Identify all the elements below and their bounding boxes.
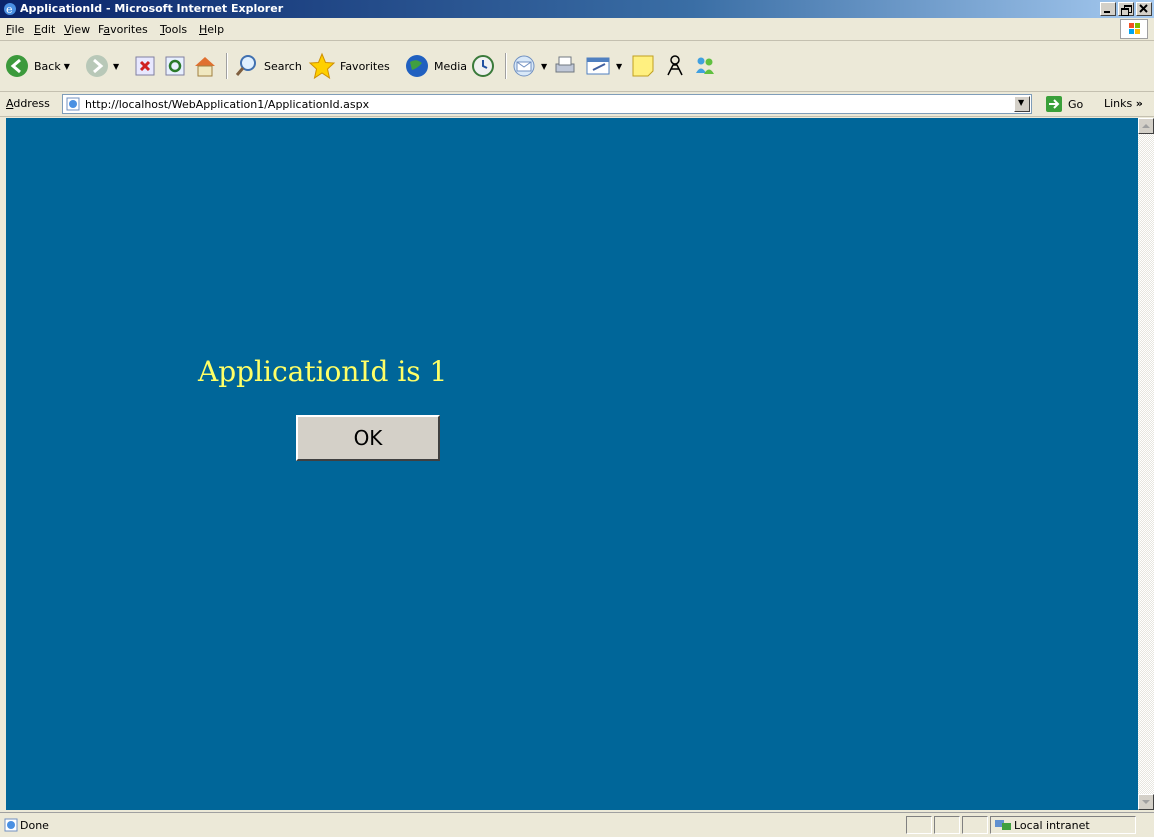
stop-button[interactable] xyxy=(134,52,156,80)
local-intranet-icon xyxy=(995,820,1011,830)
forward-arrow-icon xyxy=(86,55,108,77)
refresh-icon xyxy=(165,56,185,76)
ie-icon: e xyxy=(4,3,16,16)
address-label: Address xyxy=(6,97,50,110)
home-button[interactable] xyxy=(192,52,218,80)
menu-help[interactable]: Help xyxy=(199,23,224,36)
status-panel xyxy=(934,816,960,834)
window-title: ApplicationId - Microsoft Internet Explo… xyxy=(20,2,284,15)
print-icon xyxy=(555,56,575,73)
print-button[interactable] xyxy=(552,52,578,80)
go-arrow-icon xyxy=(1046,96,1062,112)
messenger-icon xyxy=(696,57,714,74)
forward-dropdown-icon[interactable]: ▼ xyxy=(113,62,119,71)
application-id-message: ApplicationId is 1 xyxy=(198,355,448,388)
note-icon xyxy=(632,55,654,77)
toolbar-separator xyxy=(226,53,228,79)
close-button[interactable] xyxy=(1136,2,1152,16)
svg-text:e: e xyxy=(6,3,13,16)
vertical-scrollbar[interactable] xyxy=(1138,118,1154,810)
history-icon xyxy=(472,55,494,77)
search-icon xyxy=(235,55,256,76)
address-input[interactable]: http://localhost/WebApplication1/Applica… xyxy=(62,94,1032,114)
menu-bar: File Edit View Favorites Tools Help xyxy=(0,18,1154,41)
favorites-star-icon xyxy=(308,52,336,80)
chevron-down-icon: ▼ xyxy=(1018,98,1025,107)
mail-icon xyxy=(513,55,535,77)
page-icon xyxy=(66,97,80,111)
stop-icon xyxy=(135,56,155,76)
back-dropdown-icon[interactable]: ▼ xyxy=(64,62,70,71)
arrow-down-icon xyxy=(1142,800,1150,804)
standard-toolbar: Back ▼ ▼ Search Favorites Media ▼ ▼ xyxy=(0,41,1154,92)
go-button[interactable]: Go xyxy=(1045,95,1083,113)
title-bar: e ApplicationId - Microsoft Internet Exp… xyxy=(0,0,1154,18)
status-panel xyxy=(962,816,988,834)
edit-icon xyxy=(586,57,610,75)
history-button[interactable] xyxy=(470,52,496,80)
restore-button[interactable] xyxy=(1118,2,1134,16)
back-button[interactable]: Back ▼ xyxy=(4,52,70,80)
discuss-button[interactable] xyxy=(630,52,656,80)
status-panel xyxy=(906,816,932,834)
toolbar-separator xyxy=(505,53,507,79)
ok-button[interactable]: OK xyxy=(296,415,440,461)
zone-label: Local intranet xyxy=(1014,819,1090,832)
mail-button[interactable]: ▼ xyxy=(512,52,547,80)
media-icon xyxy=(406,55,428,77)
windows-logo-icon xyxy=(1120,19,1148,39)
forward-button[interactable]: ▼ xyxy=(84,52,119,80)
refresh-button[interactable] xyxy=(164,52,186,80)
chevron-right-icon: » xyxy=(1135,97,1143,110)
status-bar: Done Local intranet xyxy=(0,812,1154,837)
arrow-up-icon xyxy=(1142,124,1150,128)
scroll-up-button[interactable] xyxy=(1138,118,1154,134)
mail-dropdown-icon[interactable]: ▼ xyxy=(541,62,547,71)
menu-tools[interactable]: Tools xyxy=(160,23,187,36)
address-url: http://localhost/WebApplication1/Applica… xyxy=(85,98,370,111)
status-text: Done xyxy=(20,819,49,832)
messenger-button[interactable] xyxy=(692,52,718,80)
links-button[interactable]: Links » xyxy=(1104,97,1143,110)
menu-favorites[interactable]: Favorites xyxy=(98,23,148,36)
back-arrow-icon xyxy=(6,55,28,77)
edit-dropdown-icon[interactable]: ▼ xyxy=(616,62,622,71)
search-button[interactable]: Search xyxy=(234,52,302,80)
person-icon xyxy=(667,55,683,76)
menu-file[interactable]: File xyxy=(6,23,24,36)
research-button[interactable] xyxy=(662,52,688,80)
address-dropdown-button[interactable]: ▼ xyxy=(1014,96,1030,112)
page-content: ApplicationId is 1 OK xyxy=(6,118,1138,810)
close-icon xyxy=(1139,4,1148,13)
home-icon xyxy=(195,57,215,77)
address-bar: Address http://localhost/WebApplication1… xyxy=(0,92,1154,117)
minimize-button[interactable] xyxy=(1100,2,1116,16)
page-done-icon xyxy=(4,818,18,832)
edit-button[interactable]: ▼ xyxy=(585,52,622,80)
menu-view[interactable]: View xyxy=(64,23,90,36)
menu-edit[interactable]: Edit xyxy=(34,23,55,36)
favorites-button[interactable]: Favorites xyxy=(308,52,390,80)
media-button[interactable]: Media xyxy=(404,52,467,80)
scroll-down-button[interactable] xyxy=(1138,794,1154,810)
